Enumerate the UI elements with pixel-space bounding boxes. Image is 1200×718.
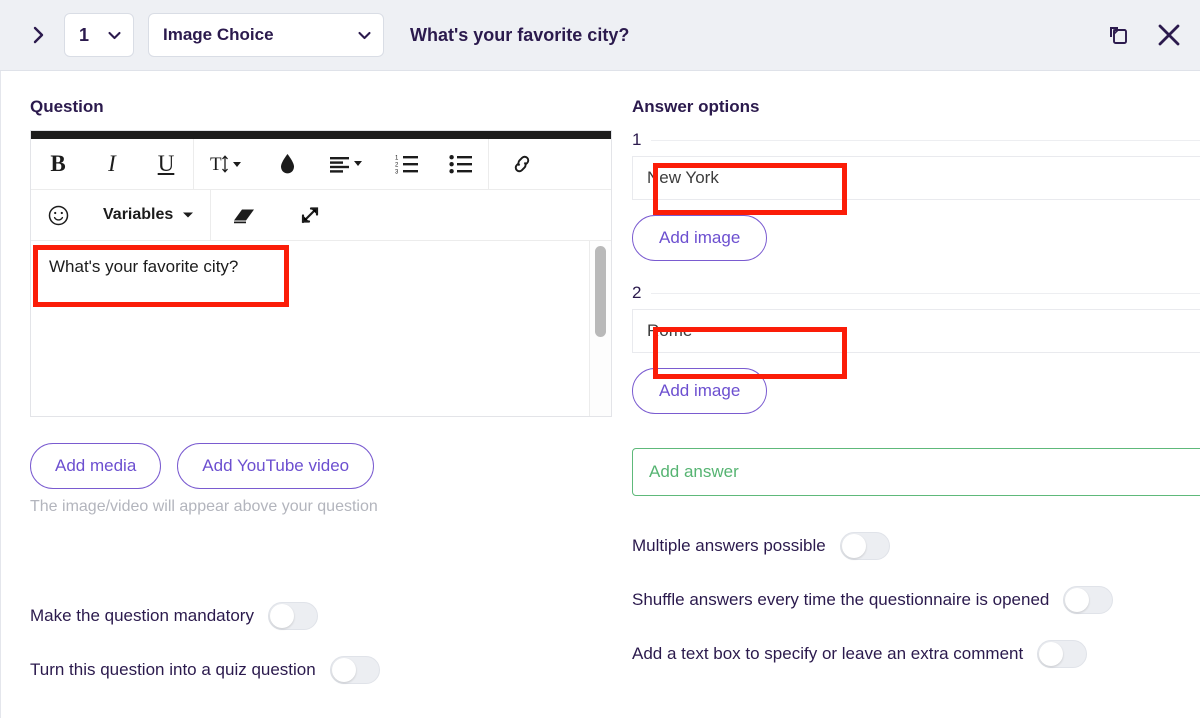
toggle-row-shuffle: Shuffle answers every time the questionn… bbox=[632, 586, 1200, 614]
question-header-bar: 1 Image Choice What's your favorite city… bbox=[0, 0, 1200, 71]
ordered-list-icon[interactable]: 1 2 3 bbox=[380, 139, 434, 189]
question-panel: Question B I U T 1 2 3 Variables What's … bbox=[0, 71, 612, 718]
add-media-button[interactable]: Add media bbox=[30, 443, 162, 489]
chevron-down-icon bbox=[358, 31, 371, 40]
svg-text:T: T bbox=[210, 154, 222, 175]
toggle-label-extra-comment: Add a text box to specify or leave an ex… bbox=[632, 644, 1024, 663]
question-type-select[interactable]: Image Choice bbox=[148, 13, 384, 57]
add-image-button-2[interactable]: Add image bbox=[632, 368, 768, 414]
editor-scrollbar-thumb[interactable] bbox=[595, 246, 606, 337]
toggle-shuffle[interactable] bbox=[1063, 586, 1114, 614]
answers-section-title: Answer options bbox=[632, 97, 760, 116]
toggle-label-shuffle: Shuffle answers every time the questionn… bbox=[632, 590, 1050, 609]
editor-scrollbar[interactable] bbox=[589, 241, 611, 416]
toggle-knob bbox=[1039, 642, 1064, 666]
editor-content: Question B I U T 1 2 3 Variables What's … bbox=[0, 71, 1200, 718]
text-size-icon[interactable]: T bbox=[194, 139, 260, 189]
fullscreen-expand-icon[interactable] bbox=[277, 190, 343, 240]
close-icon[interactable] bbox=[1156, 22, 1182, 48]
variables-label: Variables bbox=[103, 206, 174, 223]
question-number-value: 1 bbox=[79, 24, 90, 45]
link-icon[interactable] bbox=[489, 139, 555, 189]
answer-number-row: 1 bbox=[632, 130, 1200, 150]
question-settings-toggles: Make the question mandatory Turn this qu… bbox=[30, 602, 380, 684]
media-buttons: Add media Add YouTube video bbox=[30, 443, 612, 489]
svg-text:1: 1 bbox=[395, 156, 399, 162]
answers-panel: Answer options 1 New York Add image 2 Ro… bbox=[612, 71, 1200, 718]
question-text-area[interactable]: What's your favorite city? bbox=[31, 241, 611, 416]
toggle-knob bbox=[269, 604, 294, 628]
color-droplet-icon[interactable] bbox=[260, 139, 314, 189]
toggle-row-multiple-answers: Multiple answers possible bbox=[632, 532, 1200, 560]
toggle-multiple-answers[interactable] bbox=[839, 532, 890, 560]
toggle-mandatory[interactable] bbox=[267, 602, 318, 630]
editor-top-accent-bar bbox=[31, 131, 611, 139]
add-answer-input[interactable]: Add answer + bbox=[632, 448, 1200, 496]
italic-button[interactable]: I bbox=[85, 139, 139, 189]
svg-text:2: 2 bbox=[395, 163, 399, 169]
duplicate-icon[interactable] bbox=[1106, 23, 1130, 47]
toggle-label-mandatory: Make the question mandatory bbox=[30, 606, 254, 625]
toggle-extra-comment[interactable] bbox=[1037, 640, 1088, 668]
answer-value-1: New York bbox=[647, 168, 719, 187]
emoji-smiley-icon[interactable] bbox=[31, 190, 85, 240]
rich-text-editor: B I U T 1 2 3 Variables What's your favo… bbox=[30, 130, 612, 417]
editor-toolbar-row-1: B I U T 1 2 3 bbox=[31, 138, 611, 190]
eraser-icon[interactable] bbox=[211, 190, 277, 240]
answer-1-add-image-wrap: Add image bbox=[632, 215, 1200, 261]
page-title: What's your favorite city? bbox=[410, 24, 630, 45]
answer-divider bbox=[651, 139, 1200, 141]
chevron-down-icon bbox=[108, 31, 121, 40]
toggle-row-mandatory: Make the question mandatory bbox=[30, 602, 380, 630]
bullet-list-icon[interactable] bbox=[434, 139, 488, 189]
add-youtube-button[interactable]: Add YouTube video bbox=[177, 443, 375, 489]
media-hint-text: The image/video will appear above your q… bbox=[30, 498, 378, 515]
question-text-value: What's your favorite city? bbox=[49, 257, 239, 276]
answer-value-2: Rome bbox=[647, 321, 693, 340]
toggle-knob bbox=[1065, 588, 1090, 612]
answer-2-add-image-wrap: Add image bbox=[632, 368, 1200, 414]
toggle-row-quiz: Turn this question into a quiz question bbox=[30, 656, 380, 684]
editor-toolbar-row-2: Variables bbox=[31, 189, 611, 241]
toggle-knob bbox=[331, 658, 356, 682]
question-section-title: Question bbox=[30, 97, 104, 116]
svg-text:3: 3 bbox=[395, 170, 399, 176]
align-left-icon[interactable] bbox=[314, 139, 380, 189]
answer-divider bbox=[651, 292, 1200, 294]
toggle-label-quiz: Turn this question into a quiz question bbox=[30, 660, 316, 679]
variables-dropdown[interactable]: Variables bbox=[85, 190, 210, 240]
toggle-quiz[interactable] bbox=[329, 656, 380, 684]
answer-settings-toggles: Multiple answers possible Shuffle answer… bbox=[632, 532, 1200, 668]
answer-input-1[interactable]: New York bbox=[632, 156, 1200, 200]
chevron-right-icon[interactable] bbox=[30, 26, 48, 44]
answer-number: 1 bbox=[632, 130, 642, 149]
answer-number-row: 2 bbox=[632, 283, 1200, 303]
answer-option-2: 2 Rome Add image bbox=[632, 283, 1200, 414]
chevron-down-icon bbox=[182, 211, 194, 219]
question-type-value: Image Choice bbox=[163, 25, 274, 44]
question-number-select[interactable]: 1 bbox=[64, 13, 134, 57]
add-image-button-1[interactable]: Add image bbox=[632, 215, 768, 261]
answer-number: 2 bbox=[632, 283, 642, 302]
header-actions bbox=[1106, 22, 1182, 48]
answer-input-2[interactable]: Rome bbox=[632, 309, 1200, 353]
toggle-row-extra-comment: Add a text box to specify or leave an ex… bbox=[632, 640, 1200, 668]
underline-button[interactable]: U bbox=[139, 139, 193, 189]
toggle-knob bbox=[841, 534, 866, 558]
toggle-label-multiple-answers: Multiple answers possible bbox=[632, 536, 826, 555]
answer-option-1: 1 New York Add image bbox=[632, 130, 1200, 261]
bold-button[interactable]: B bbox=[31, 139, 85, 189]
add-answer-placeholder: Add answer bbox=[649, 462, 739, 481]
